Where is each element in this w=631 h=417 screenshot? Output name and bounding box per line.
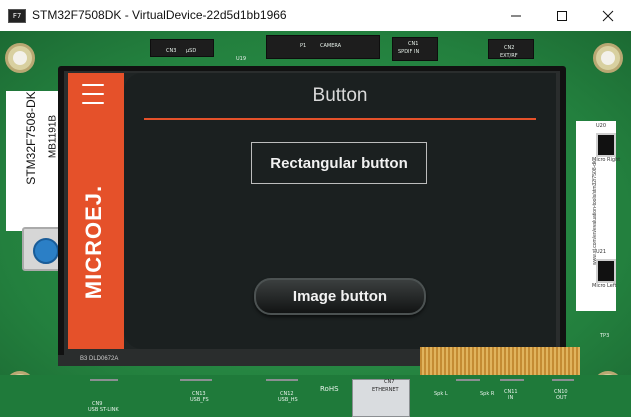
page-title: Button [312, 85, 368, 106]
lcd-screen: MICROEJ. Button Rectangular button Image… [68, 73, 556, 349]
mounting-hole [593, 43, 623, 73]
silk-usb-fs: USB_FS [190, 397, 209, 403]
sd-card-connector [150, 39, 214, 57]
silk-cn1: CN1 [408, 41, 419, 47]
audio-jack [500, 379, 524, 381]
silk-cn3: CN3 [166, 48, 177, 54]
maximize-icon [557, 11, 567, 21]
silk-usb-stlink: USB ST-LINK [88, 407, 119, 413]
board-label: STM32F7508-DK MB1191B [6, 91, 59, 231]
close-button[interactable] [585, 0, 631, 31]
silk-u19: U19 [236, 56, 247, 62]
silk-rohs: RoHS [320, 385, 339, 393]
silk-spdif: SPDIF IN [398, 49, 420, 55]
audio-out-jack [552, 379, 574, 381]
maximize-button[interactable] [539, 0, 585, 31]
silk-psd: μSD [186, 48, 197, 54]
silk-micro-right: Micro Right [592, 157, 621, 163]
board-code-label: MB1191B [47, 114, 59, 159]
microej-logo: MICROEJ. [81, 184, 106, 300]
silk-u20: U20 [596, 123, 607, 129]
silk-in: IN [508, 395, 514, 401]
title-divider [144, 118, 536, 120]
silk-cn2: CN2 [504, 45, 515, 51]
silk-camera: CAMERA [320, 43, 342, 49]
silk-tp3: TP3 [600, 333, 610, 339]
window-title: STM32F7508DK - VirtualDevice-22d5d1bb196… [32, 8, 287, 22]
minimize-button[interactable] [493, 0, 539, 31]
silk-ethernet: ETHERNET [372, 387, 399, 393]
silk-usb-hs: USB_HS [278, 397, 298, 403]
audio-jack [456, 379, 480, 381]
device-board: CN3 μSD U19 P1 CAMERA CN1 SPDIF IN CN2 E… [0, 31, 631, 417]
silk-spk-l: Spk L [434, 391, 448, 397]
silk-cn7: CN7 [384, 379, 395, 385]
content-panel: Button Rectangular button Image button [124, 73, 556, 349]
hamburger-menu-icon[interactable] [82, 84, 104, 106]
silk-micro-left: Micro Left [592, 283, 617, 289]
microphone-left [596, 259, 616, 283]
minimize-icon [511, 15, 521, 17]
usb-stlink-port [90, 379, 118, 381]
silk-u21: U21 [596, 249, 607, 255]
window-title-bar: F7 STM32F7508DK - VirtualDevice-22d5d1bb… [0, 0, 631, 31]
side-bar: MICROEJ. [68, 73, 124, 349]
microphone-right [596, 133, 616, 157]
silk-ext-rf: EXT/RF [500, 53, 518, 59]
app-icon: F7 [8, 9, 26, 23]
rectangular-button[interactable]: Rectangular button [251, 142, 427, 184]
close-icon [602, 10, 614, 22]
silk-spk-r: Spk R [480, 391, 495, 397]
image-button[interactable]: Image button [254, 278, 426, 315]
silk-p1: P1 [300, 43, 307, 49]
lcd-code-text: B3 DLD0672A [80, 356, 119, 362]
usb-fs-port [180, 379, 212, 381]
usb-hs-port [266, 379, 298, 381]
ethernet-port [352, 379, 410, 417]
silk-out: OUT [556, 395, 567, 401]
board-model-label: STM32F7508-DK [24, 91, 38, 185]
